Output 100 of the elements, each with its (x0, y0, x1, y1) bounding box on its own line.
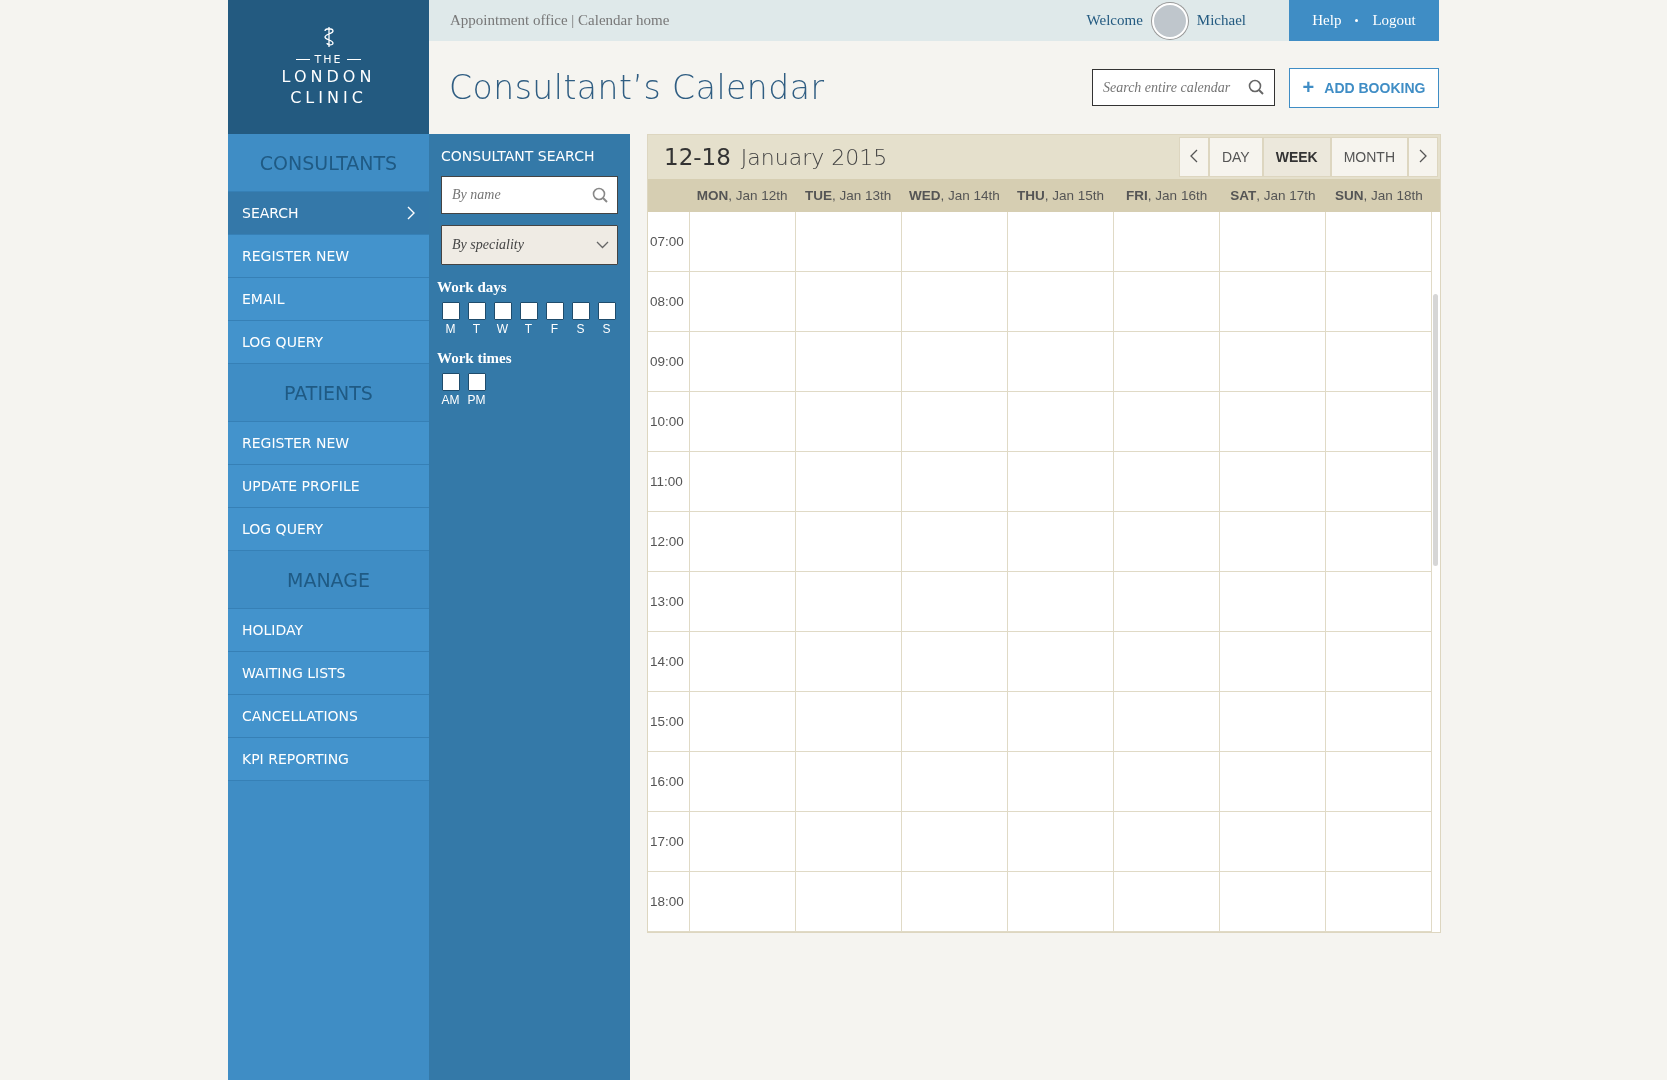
calendar-slot[interactable] (795, 392, 901, 452)
calendar-slot[interactable] (1113, 272, 1219, 332)
calendar-slot[interactable] (1219, 872, 1325, 932)
calendar-slot[interactable] (901, 632, 1007, 692)
calendar-slot[interactable] (795, 872, 901, 932)
calendar-slot[interactable] (1007, 752, 1113, 812)
calendar-slot[interactable] (1219, 332, 1325, 392)
view-tab[interactable]: DAY (1208, 137, 1263, 177)
calendar-slot[interactable] (901, 812, 1007, 872)
calendar-slot[interactable] (689, 692, 795, 752)
calendar-slot[interactable] (689, 752, 795, 812)
calendar-slot[interactable] (1113, 332, 1219, 392)
checkbox[interactable] (441, 302, 460, 320)
calendar-slot[interactable] (1325, 752, 1431, 812)
sidebar-item[interactable]: KPI REPORTING (228, 738, 429, 781)
calendar-slot[interactable] (795, 332, 901, 392)
view-tab[interactable]: MONTH (1330, 137, 1408, 177)
checkbox[interactable] (519, 302, 538, 320)
calendar-slot[interactable] (795, 812, 901, 872)
calendar-slot[interactable] (901, 392, 1007, 452)
sidebar-item[interactable]: CANCELLATIONS (228, 695, 429, 738)
calendar-slot[interactable] (1007, 332, 1113, 392)
calendar-slot[interactable] (1219, 452, 1325, 512)
calendar-slot[interactable] (689, 392, 795, 452)
calendar-slot[interactable] (1007, 272, 1113, 332)
checkbox[interactable] (467, 373, 486, 391)
add-booking-button[interactable]: + ADD BOOKING (1289, 67, 1439, 108)
calendar-slot[interactable] (795, 572, 901, 632)
calendar-slot[interactable] (689, 272, 795, 332)
calendar-slot[interactable] (689, 872, 795, 932)
calendar-slot[interactable] (1325, 212, 1431, 272)
sidebar-item[interactable]: LOG QUERY (228, 321, 429, 364)
calendar-slot[interactable] (689, 632, 795, 692)
calendar-slot[interactable] (1007, 692, 1113, 752)
calendar-slot[interactable] (901, 752, 1007, 812)
calendar-slot[interactable] (901, 272, 1007, 332)
calendar-slot[interactable] (1113, 452, 1219, 512)
calendar-slot[interactable] (901, 872, 1007, 932)
search-field[interactable]: Search entire calendar (1092, 69, 1275, 106)
calendar-slot[interactable] (1219, 212, 1325, 272)
sidebar-item[interactable]: REGISTER NEW (228, 235, 429, 278)
calendar-slot[interactable] (1325, 512, 1431, 572)
calendar-slot[interactable] (689, 512, 795, 572)
calendar-slot[interactable] (1219, 512, 1325, 572)
checkbox[interactable] (493, 302, 512, 320)
calendar-slot[interactable] (1325, 392, 1431, 452)
calendar-slot[interactable] (689, 452, 795, 512)
calendar-slot[interactable] (901, 332, 1007, 392)
calendar-slot[interactable] (1325, 692, 1431, 752)
sidebar-item[interactable]: EMAIL (228, 278, 429, 321)
calendar-slot[interactable] (1325, 632, 1431, 692)
calendar-slot[interactable] (1113, 692, 1219, 752)
calendar-slot[interactable] (1219, 812, 1325, 872)
calendar-slot[interactable] (1007, 452, 1113, 512)
calendar-slot[interactable] (1113, 392, 1219, 452)
calendar-slot[interactable] (1325, 332, 1431, 392)
logout-link[interactable]: Logout (1372, 12, 1416, 29)
calendar-slot[interactable] (795, 632, 901, 692)
calendar-slot[interactable] (1219, 692, 1325, 752)
view-tab[interactable]: WEEK (1262, 137, 1331, 177)
sidebar-item[interactable]: REGISTER NEW (228, 422, 429, 465)
calendar-slot[interactable] (1325, 272, 1431, 332)
checkbox[interactable] (441, 373, 460, 391)
sidebar-item[interactable]: HOLIDAY (228, 609, 429, 652)
calendar-slot[interactable] (689, 812, 795, 872)
calendar-slot[interactable] (1219, 752, 1325, 812)
calendar-slot[interactable] (1325, 812, 1431, 872)
calendar-slot[interactable] (1113, 572, 1219, 632)
name-search-field[interactable]: By name (441, 176, 618, 214)
calendar-slot[interactable] (1007, 392, 1113, 452)
checkbox[interactable] (467, 302, 486, 320)
calendar-slot[interactable] (901, 452, 1007, 512)
calendar-slot[interactable] (1007, 872, 1113, 932)
calendar-slot[interactable] (901, 572, 1007, 632)
sidebar-item[interactable]: SEARCH (228, 192, 429, 235)
checkbox[interactable] (545, 302, 564, 320)
help-link[interactable]: Help (1312, 12, 1342, 29)
calendar-slot[interactable] (689, 212, 795, 272)
calendar-slot[interactable] (1113, 872, 1219, 932)
calendar-slot[interactable] (1113, 752, 1219, 812)
calendar-slot[interactable] (1219, 272, 1325, 332)
next-button[interactable] (1408, 137, 1438, 177)
calendar-slot[interactable] (1113, 632, 1219, 692)
previous-button[interactable] (1178, 137, 1209, 177)
calendar-slot[interactable] (1007, 572, 1113, 632)
calendar-slot[interactable] (1007, 812, 1113, 872)
calendar-slot[interactable] (689, 572, 795, 632)
calendar-slot[interactable] (795, 512, 901, 572)
calendar-slot[interactable] (1325, 872, 1431, 932)
checkbox[interactable] (597, 302, 616, 320)
calendar-slot[interactable] (901, 212, 1007, 272)
calendar-slot[interactable] (1113, 212, 1219, 272)
sidebar-item[interactable]: WAITING LISTS (228, 652, 429, 695)
calendar-slot[interactable] (1007, 212, 1113, 272)
speciality-dropdown[interactable]: By speciality (441, 225, 618, 265)
calendar-slot[interactable] (689, 332, 795, 392)
sidebar-item[interactable]: LOG QUERY (228, 508, 429, 551)
calendar-slot[interactable] (795, 212, 901, 272)
calendar-slot[interactable] (795, 692, 901, 752)
calendar-slot[interactable] (795, 272, 901, 332)
